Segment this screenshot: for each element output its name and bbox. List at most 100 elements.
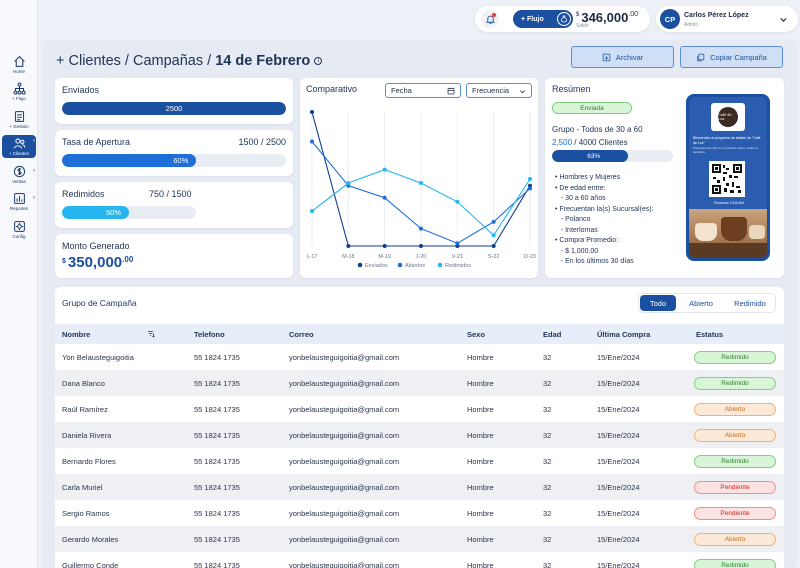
legend-label-abiertos: Abiertos [405,263,425,269]
card-apertura: Tasa de Apertura 1500 / 2500 60% [55,130,293,176]
filter-todo[interactable]: Todo [640,295,676,311]
data-point-abiertos [491,219,496,224]
top-actions: + Flujo $ 346,000 .00 Saldo [475,6,650,32]
data-point-abiertos [310,139,314,144]
cell-nombre: Gerardo Morales [62,534,119,544]
sidebar-label-gestion: + Gestión [9,124,29,129]
dollar-icon [13,165,25,178]
cell-estatus: Redimido [694,344,776,370]
monto-label: Monto Generado [62,241,130,251]
cell-ultima-compra: 15/Ene/2024 [597,560,640,568]
add-flujo-button[interactable]: + Flujo [513,10,573,28]
balance-currency: $ [576,12,580,18]
criteria-item: - En los últimos 30 días [555,258,634,265]
column-edad[interactable]: Edad [543,324,561,344]
sidebar-item-ventas[interactable]: › Ventas [2,165,36,184]
table-row[interactable]: Bernardo Flores 55 1824 1735 yonbelaustegu… [55,448,784,474]
monto-display: $ 350,000 .00 [62,254,133,271]
cell-ultima-compra: 15/Ene/2024 [597,378,640,388]
resumen-title: Resúmen [552,84,591,94]
phone-sub-text: Presenta este QR en tu próxima visita y … [693,146,759,154]
status-badge: Abierto [694,428,776,442]
money-bag-icon [557,12,571,26]
cell-sexo: Hombre [467,456,494,466]
breadcrumb[interactable]: + Clientes / Campañas / [56,53,211,69]
archive-button[interactable]: Archivar [571,46,674,68]
cell-ultima-compra: 15/Ene/2024 [597,404,640,414]
column-sexo[interactable]: Sexo [467,324,485,344]
campaign-group-table: Grupo de Campaña Todo Abierto Redimido N… [55,287,784,568]
notification-button[interactable] [481,10,499,28]
cell-edad: 32 [543,508,552,518]
sidebar-item-reportes[interactable]: › Reportes [2,192,36,211]
info-icon[interactable]: i [314,57,323,66]
status-badge: Abierto [694,402,776,416]
sidebar-label-reportes: Reportes [9,206,29,211]
cell-telefono: 55 1824 1735 [194,560,240,568]
clients-counter: 2,500 / 4000 Clientes [552,138,628,147]
cell-sexo: Hombre [467,352,494,362]
table-row[interactable]: Carla Muriel 55 1824 1735 yonbelausteguigo… [55,474,784,500]
status-badge: Redimido [694,558,776,568]
filter-sort-icon[interactable] [147,330,155,338]
copy-campaign-button[interactable]: Copiar Campaña [680,46,783,68]
column-nombre[interactable]: Nombre [62,324,90,344]
data-point-redimidos [491,233,496,238]
flow-icon [12,82,26,95]
cell-correo: yonbelausteguigoitia@gmail.com [289,482,400,492]
monto-currency: $ [62,258,66,265]
table-row[interactable]: Gerardo Morales 55 1824 1735 yonbelaustegu… [55,526,784,552]
column-telefono[interactable]: Telefono [194,324,225,344]
table-row[interactable]: Daniela Rivera 55 1824 1735 yonbelaustegui… [55,422,784,448]
cell-edad: 32 [543,352,552,362]
column-ultima-compra[interactable]: Última Compra [597,324,650,344]
table-row[interactable]: Dana Blanco 55 1824 1735 yonbelausteguigoi… [55,370,784,396]
cell-edad: 32 [543,482,552,492]
apertura-progress: 60% [62,154,286,167]
table-row[interactable]: Yon Belausteguigoitia 55 1824 1735 yonbela… [55,344,784,370]
cell-ultima-compra: 15/Ene/2024 [597,508,640,518]
table-row[interactable]: Raúl Ramírez 55 1824 1735 yonbelausteguigo… [55,396,784,422]
cell-nombre: Yon Belausteguigoitia [62,352,134,362]
table-row[interactable]: Guillermo Conde 55 1824 1735 yonbelaustegu… [55,552,784,568]
criteria-item: - 30 a 60 años [555,195,606,202]
sidebar-item-config[interactable]: Config [2,220,36,239]
sidebar: Home + Flujo + Gestión › + Clientes › Ve… [0,0,38,568]
cell-sexo: Hombre [467,482,494,492]
cell-nombre: Daniela Rivera [62,430,112,440]
document-icon [14,111,24,122]
cell-estatus: Abierto [694,396,776,422]
legend-label-redimidos: Redimidos [445,263,471,269]
table-header: Nombre Telefono Correo Sexo Edad Última … [55,324,784,344]
sidebar-item-home[interactable]: Home [2,55,36,74]
cell-nombre: Bernardo Flores [62,456,116,466]
column-correo[interactable]: Correo [289,324,314,344]
cell-estatus: Redimido [694,370,776,396]
chevron-right-icon: › [33,168,35,174]
copy-campaign-label: Copiar Campaña [710,52,767,62]
filter-redimido[interactable]: Redimido [725,295,775,311]
table-title: Grupo de Campaña [62,298,137,308]
sidebar-item-clientes[interactable]: › + Clientes [2,135,36,158]
balance-cents: .00 [628,11,639,18]
criteria-item: • Hombres y Mujeres [555,174,621,181]
coffee-photo [689,209,767,258]
add-flujo-label: + Flujo [521,15,544,23]
avatar: CP [660,9,680,29]
data-point-redimidos [455,199,460,204]
cell-telefono: 55 1824 1735 [194,534,240,544]
x-tick-label: V-21 [452,254,463,260]
cell-estatus: Pendiente [694,500,776,526]
criteria-item: - $ 1,000.00 [555,247,599,255]
sidebar-item-flujo[interactable]: + Flujo [2,82,36,101]
filter-abierto[interactable]: Abierto [679,295,723,311]
user-menu[interactable]: CP Carlos Pérez López Admin [656,6,798,32]
table-row[interactable]: Sergio Ramos 55 1824 1735 yonbelausteguigo… [55,500,784,526]
column-estatus[interactable]: Estatus [696,324,723,344]
card-redimidos: Redimidos 750 / 1500 50% [55,182,293,228]
cell-sexo: Hombre [467,378,494,388]
cell-estatus: Abierto [694,422,776,448]
phone-preview: Café de Luz Bienvenido al programa de le… [686,94,770,261]
sidebar-item-gestion[interactable]: + Gestión [2,110,36,129]
criteria-item: - Interlomas [555,226,598,234]
